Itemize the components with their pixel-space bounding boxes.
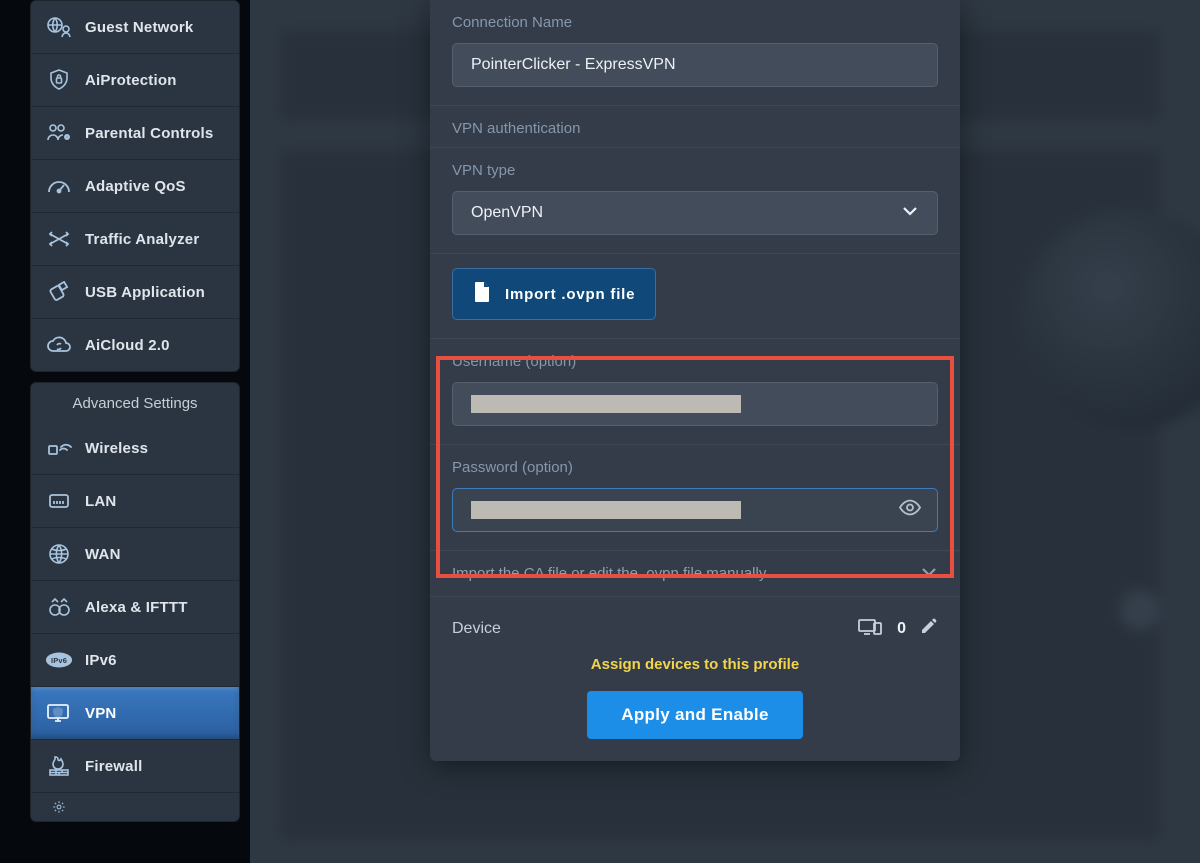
sidebar-item-traffic[interactable]: Traffic Analyzer (31, 213, 239, 266)
advanced-settings-title: Advanced Settings (31, 383, 239, 422)
devices-icon (857, 617, 883, 640)
device-count-value: 0 (897, 620, 906, 638)
cloud-sync-icon (45, 333, 73, 357)
sidebar-item-adaptive-qos[interactable]: Adaptive QoS (31, 160, 239, 213)
sidebar-advanced-panel: Advanced Settings Wireless LAN WAN (30, 382, 240, 822)
vpn-type-select[interactable]: OpenVPN (452, 191, 938, 235)
shield-lock-icon (45, 68, 73, 92)
flame-wall-icon (45, 754, 73, 778)
wifi-icon (45, 436, 73, 460)
sidebar-item-guest-network[interactable]: Guest Network (31, 1, 239, 54)
ipv6-badge-icon: IPv6 (45, 648, 73, 672)
monitor-shield-icon (45, 701, 73, 725)
auth-section-header: VPN authentication (430, 106, 960, 148)
vpn-type-label: VPN type (452, 162, 938, 179)
password-label: Password (option) (452, 459, 938, 476)
crossed-arrows-icon (45, 227, 73, 251)
connection-name-input[interactable] (452, 43, 938, 87)
username-block: Username (option) (430, 339, 960, 445)
sidebar-item-aicloud[interactable]: AiCloud 2.0 (31, 319, 239, 371)
sidebar-item-label: Traffic Analyzer (85, 231, 199, 248)
auth-section-label: VPN authentication (452, 120, 938, 137)
sidebar-item-label: LAN (85, 493, 116, 510)
import-block: Import .ovpn file (430, 254, 960, 339)
sidebar-item-label: Parental Controls (85, 125, 213, 142)
sidebar-item-label: AiProtection (85, 72, 177, 89)
apply-and-enable-button[interactable]: Apply and Enable (587, 691, 802, 739)
toggle-password-visibility-icon[interactable] (898, 499, 922, 522)
alexa-icon (45, 595, 73, 619)
ethernet-icon (45, 489, 73, 513)
connection-name-label: Connection Name (452, 14, 938, 31)
sidebar-item-label: WAN (85, 546, 121, 563)
globe-people-icon (45, 15, 73, 39)
connection-name-block: Connection Name (430, 0, 960, 106)
edit-devices-icon[interactable] (920, 617, 938, 640)
sidebar-item-parental[interactable]: Parental Controls (31, 107, 239, 160)
sidebar-item-label: Wireless (85, 440, 148, 457)
sidebar-item-label: Guest Network (85, 19, 193, 36)
device-row: Device 0 (430, 597, 960, 648)
usb-icon (45, 280, 73, 304)
sidebar-item-wireless[interactable]: Wireless (31, 422, 239, 475)
username-label: Username (option) (452, 353, 938, 370)
vpn-type-value: OpenVPN (471, 204, 543, 222)
sidebar-item-label: USB Application (85, 284, 205, 301)
sidebar-item-label: Adaptive QoS (85, 178, 186, 195)
vpn-profile-dialog: Connection Name VPN authentication VPN t… (430, 0, 960, 761)
sidebar-item-aiprotection[interactable]: AiProtection (31, 54, 239, 107)
import-ovpn-label: Import .ovpn file (505, 286, 635, 303)
username-input[interactable] (452, 382, 938, 426)
globe-grid-icon (45, 542, 73, 566)
sidebar-item-wan[interactable]: WAN (31, 528, 239, 581)
sidebar-item-usb-app[interactable]: USB Application (31, 266, 239, 319)
device-label: Device (452, 620, 501, 638)
chevron-down-icon (920, 565, 938, 582)
sidebar-item-firewall[interactable]: Firewall (31, 740, 239, 793)
sidebar-item-ipv6[interactable]: IPv6 IPv6 (31, 634, 239, 687)
main-content: Connection Name VPN authentication VPN t… (250, 0, 1200, 863)
sidebar-item-label: Alexa & IFTTT (85, 599, 188, 616)
manual-edit-text: Import the CA file or edit the .ovpn fil… (452, 565, 769, 582)
password-block: Password (option) (430, 445, 960, 551)
sidebar-item-alexa[interactable]: Alexa & IFTTT (31, 581, 239, 634)
sidebar-item-lan[interactable]: LAN (31, 475, 239, 528)
password-input[interactable] (452, 488, 938, 532)
sidebar-item-label: AiCloud 2.0 (85, 337, 170, 354)
svg-text:IPv6: IPv6 (51, 656, 67, 665)
manual-edit-row[interactable]: Import the CA file or edit the .ovpn fil… (430, 551, 960, 597)
vpn-type-block: VPN type OpenVPN (430, 148, 960, 254)
sidebar-general-panel: Guest Network AiProtection Parental Cont… (30, 0, 240, 372)
sidebar-item-label: VPN (85, 705, 116, 722)
sidebar-item-label: IPv6 (85, 652, 117, 669)
sidebar-item-label: Firewall (85, 758, 142, 775)
file-icon (473, 281, 491, 307)
people-lock-icon (45, 121, 73, 145)
gear-icon (45, 795, 73, 819)
sidebar-item-vpn[interactable]: VPN (31, 687, 239, 740)
chevron-down-icon (901, 204, 919, 222)
sidebar-item-more[interactable] (31, 793, 239, 821)
assign-devices-link[interactable]: Assign devices to this profile (430, 648, 960, 691)
gauge-icon (45, 174, 73, 198)
import-ovpn-button[interactable]: Import .ovpn file (452, 268, 656, 320)
